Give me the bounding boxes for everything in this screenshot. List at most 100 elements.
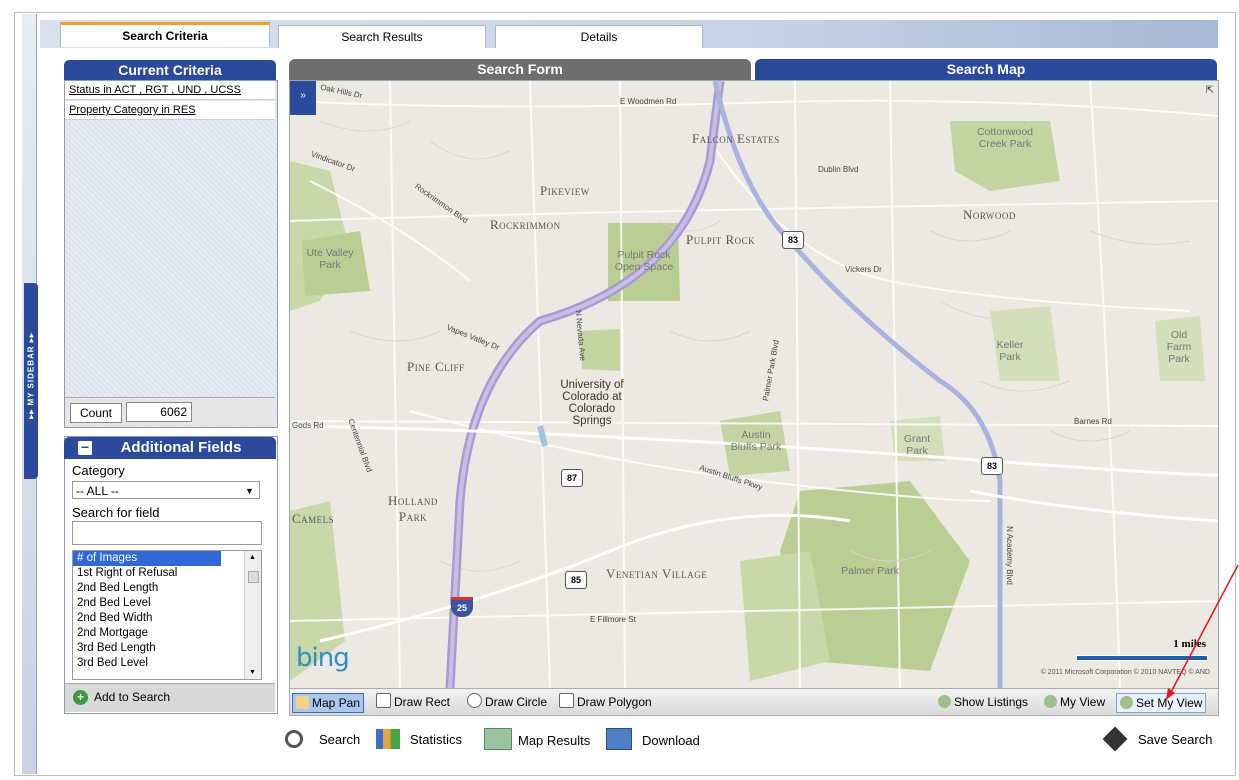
download-label: Download bbox=[642, 733, 700, 748]
map-street-label: Gods Rd bbox=[292, 421, 324, 430]
tab-details[interactable]: Details bbox=[495, 25, 703, 48]
map-area-label: Pine Cliff bbox=[407, 359, 465, 374]
count-value: 6062 bbox=[126, 402, 192, 422]
map-park-label: Palmer Park bbox=[841, 565, 899, 577]
map-area-label: Rockrimmon bbox=[490, 217, 561, 232]
bing-logo: bing bbox=[296, 643, 350, 673]
my-view-button[interactable]: My View bbox=[1044, 693, 1105, 711]
list-item[interactable]: # of Images bbox=[73, 551, 221, 566]
draw-rect-button[interactable]: Draw Rect bbox=[376, 693, 450, 711]
map-area-label: Camels bbox=[292, 511, 335, 526]
criteria-item[interactable]: Property Category in RES bbox=[65, 101, 275, 120]
plus-circle-icon: + bbox=[73, 690, 88, 705]
search-form-tab[interactable]: Search Form bbox=[289, 59, 751, 80]
globe-icon bbox=[938, 695, 951, 708]
globe-icon bbox=[1044, 695, 1057, 708]
search-label: Search bbox=[319, 732, 361, 747]
show-listings-label: Show Listings bbox=[954, 695, 1029, 709]
map-park-label: Grant Park bbox=[903, 433, 931, 457]
magnifier-icon bbox=[285, 730, 303, 748]
map-results-button[interactable]: Map Results bbox=[484, 728, 590, 752]
tab-search-criteria[interactable]: Search Criteria bbox=[60, 22, 270, 47]
route-shield: 83 bbox=[782, 231, 804, 249]
map-area-label: Falcon Estates bbox=[692, 131, 780, 146]
map-copyright: © 2011 Microsoft Corporation © 2010 NAVT… bbox=[1040, 669, 1210, 676]
draw-circle-label: Draw Circle bbox=[485, 695, 548, 709]
list-scrollbar[interactable]: ▲ ▼ bbox=[244, 551, 261, 679]
map-park-label: Cottonwood Creek Park bbox=[976, 126, 1034, 150]
set-my-view-button[interactable]: Set My View bbox=[1116, 693, 1207, 713]
list-item[interactable]: 2nd Bed Level bbox=[73, 596, 261, 611]
my-sidebar-label: ▸▸ MY SIDEBAR ▸▸ bbox=[26, 332, 36, 419]
map-canvas[interactable]: » ⇱ Falcon Estates Pikeview Rockrimmon P… bbox=[289, 80, 1219, 689]
my-view-label: My View bbox=[1060, 695, 1106, 709]
map-park-label: Old Farm Park bbox=[1166, 329, 1192, 365]
show-listings-button[interactable]: Show Listings bbox=[938, 693, 1028, 711]
category-value: -- ALL -- bbox=[76, 484, 119, 498]
save-search-button[interactable]: Save Search bbox=[1102, 726, 1213, 752]
draw-polygon-label: Draw Polygon bbox=[577, 695, 652, 709]
route-shield: 85 bbox=[565, 571, 587, 589]
list-item[interactable]: 2nd Bed Length bbox=[73, 581, 261, 596]
map-park-label: Austin Bluffs Park bbox=[730, 429, 782, 453]
expand-panel-icon[interactable]: » bbox=[290, 81, 316, 115]
chevron-down-icon: ▼ bbox=[245, 486, 254, 496]
collapse-icon[interactable]: − bbox=[78, 440, 92, 455]
map-scale-label: 1 miles bbox=[1173, 638, 1206, 650]
draw-circle-button[interactable]: Draw Circle bbox=[467, 693, 547, 711]
add-to-search-button[interactable]: + Add to Search bbox=[73, 688, 170, 706]
collapse-map-icon[interactable]: ⇱ bbox=[1206, 85, 1214, 96]
map-area-label: Holland Park bbox=[388, 493, 438, 524]
map-icon bbox=[484, 728, 512, 750]
search-button[interactable]: Search bbox=[285, 728, 360, 752]
map-scale-bar bbox=[1076, 655, 1208, 661]
current-criteria-title: Current Criteria bbox=[64, 60, 276, 80]
set-my-view-label: Set My View bbox=[1136, 696, 1203, 710]
map-street-label: E Fillmore St bbox=[590, 615, 636, 624]
map-pan-label: Map Pan bbox=[312, 696, 361, 710]
globe-icon bbox=[1120, 696, 1133, 709]
statistics-label: Statistics bbox=[410, 732, 463, 747]
tab-search-results[interactable]: Search Results bbox=[278, 25, 486, 48]
search-field-input[interactable] bbox=[72, 521, 262, 545]
list-item[interactable]: 2nd Mortgage bbox=[73, 626, 261, 641]
my-sidebar-toggle[interactable]: ▸▸ MY SIDEBAR ▸▸ bbox=[24, 283, 38, 479]
scroll-down-icon[interactable]: ▼ bbox=[249, 669, 256, 676]
map-area-label: Pulpit Rock bbox=[686, 232, 756, 247]
map-park-label: University of Colorado at Colorado Sprin… bbox=[560, 379, 624, 427]
download-button[interactable]: Download bbox=[606, 728, 700, 752]
draw-rect-label: Draw Rect bbox=[394, 695, 451, 709]
category-label: Category bbox=[72, 463, 125, 478]
criteria-panel bbox=[64, 80, 278, 428]
download-icon bbox=[606, 728, 632, 750]
hand-icon bbox=[296, 696, 309, 709]
map-pan-button[interactable]: Map Pan bbox=[292, 693, 365, 713]
scroll-thumb[interactable] bbox=[248, 571, 259, 583]
search-field-label: Search for field bbox=[72, 505, 160, 520]
additional-fields-header: − Additional Fields bbox=[64, 437, 276, 459]
pencil-icon bbox=[559, 693, 574, 708]
add-to-search-label: Add to Search bbox=[94, 690, 171, 704]
scroll-up-icon[interactable]: ▲ bbox=[249, 554, 256, 561]
map-street-label: Vickers Dr bbox=[845, 265, 882, 274]
list-item[interactable]: 2nd Bed Width bbox=[73, 611, 261, 626]
map-background bbox=[290, 81, 1218, 688]
map-park-label: Ute Valley Park bbox=[306, 247, 354, 271]
statistics-button[interactable]: Statistics bbox=[376, 728, 462, 752]
map-street-label: Barnes Rd bbox=[1074, 417, 1112, 426]
count-label: Count bbox=[70, 403, 122, 423]
list-item[interactable]: 3rd Bed Level bbox=[73, 656, 261, 671]
map-area-label: Pikeview bbox=[540, 183, 590, 198]
list-item[interactable]: 1st Right of Refusal bbox=[73, 566, 261, 581]
category-select[interactable]: -- ALL -- ▼ bbox=[72, 481, 260, 499]
map-area-label: Norwood bbox=[963, 207, 1016, 222]
search-map-tab[interactable]: Search Map bbox=[755, 59, 1217, 80]
list-item[interactable]: 3rd Bed Length bbox=[73, 641, 261, 656]
map-results-label: Map Results bbox=[518, 733, 591, 748]
interstate-shield: 25 bbox=[451, 597, 473, 617]
field-list[interactable]: # of Images 1st Right of Refusal 2nd Bed… bbox=[72, 550, 262, 680]
save-search-label: Save Search bbox=[1138, 732, 1213, 747]
criteria-item[interactable]: Status in ACT , RGT , UND , UCSS bbox=[65, 81, 275, 100]
draw-polygon-button[interactable]: Draw Polygon bbox=[559, 693, 652, 711]
chart-icon bbox=[376, 729, 400, 749]
